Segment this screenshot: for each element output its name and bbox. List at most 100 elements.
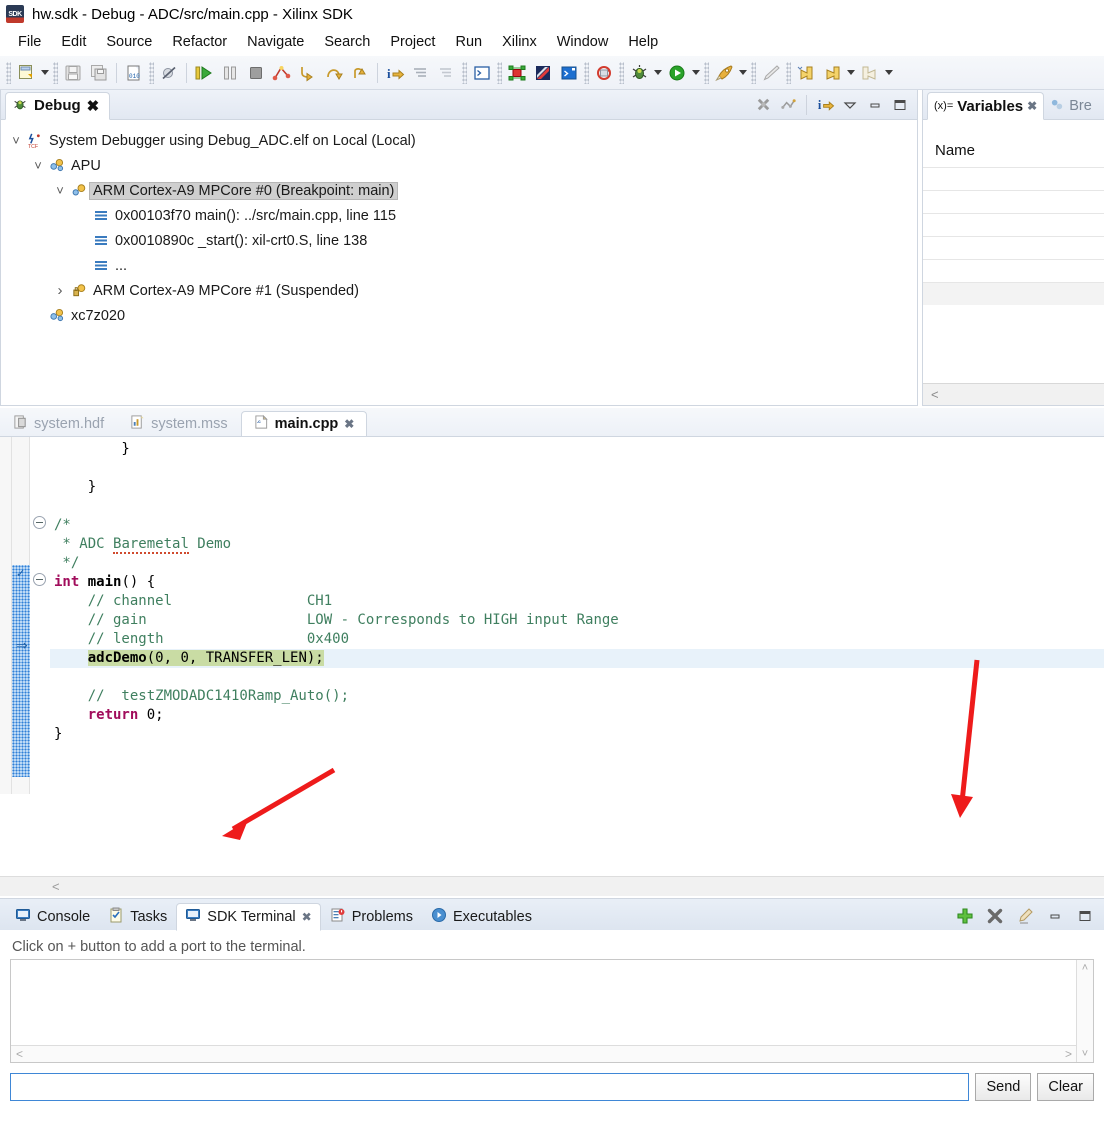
terminal-vscrollbar[interactable]: ˄ ˅ [1076, 960, 1093, 1062]
run-dropdown-caret[interactable] [690, 60, 702, 86]
scroll-left-icon[interactable]: < [931, 387, 939, 402]
maximize-icon[interactable] [889, 94, 911, 116]
menu-item-run[interactable]: Run [445, 31, 492, 53]
menu-item-edit[interactable]: Edit [51, 31, 96, 53]
tree-item[interactable]: xc7z020 [7, 303, 917, 328]
view-menu-icon[interactable] [839, 94, 861, 116]
tree-item[interactable]: ˅ TCF System Debugger using Debug_ADC.elf … [7, 128, 917, 153]
clear-terminal-icon[interactable] [1014, 905, 1036, 927]
terminate-icon[interactable] [243, 60, 269, 86]
chevron-down-icon[interactable]: ˅ [7, 133, 25, 148]
toolbar-grip[interactable] [6, 61, 11, 84]
editor-code[interactable]: } } /* * ADC Baremetal Demo */ int main()… [50, 437, 1104, 794]
tree-item[interactable]: ˅ ARM Cortex-A9 MPCore #0 (Breakpoint: ma… [7, 178, 917, 203]
next-edit-icon[interactable] [408, 60, 434, 86]
run-icon[interactable] [664, 60, 690, 86]
resume-icon[interactable] [191, 60, 217, 86]
variables-row[interactable] [923, 213, 1104, 236]
clear-button[interactable]: Clear [1037, 1073, 1094, 1101]
scroll-up-icon[interactable]: ˄ [1082, 962, 1088, 974]
step-into-icon[interactable] [295, 60, 321, 86]
tree-item[interactable]: ˅ APU [7, 153, 917, 178]
toolbar-grip[interactable] [584, 61, 589, 84]
editor-tab-main-cpp[interactable]: .c main.cpp ✖ [240, 411, 368, 437]
close-icon[interactable]: ✖ [87, 97, 100, 115]
scroll-down-icon[interactable]: ˅ [1082, 1048, 1088, 1060]
toolbar-grip[interactable] [497, 61, 502, 84]
back-icon[interactable] [819, 60, 845, 86]
back-dropdown-caret[interactable] [845, 60, 857, 86]
variables-row[interactable] [923, 259, 1104, 282]
console-tab-problems[interactable]: Problems [321, 902, 422, 930]
tree-item[interactable]: 0x00103f70 main(): ../src/main.cpp, line… [7, 203, 917, 228]
debug-dropdown-caret[interactable] [652, 60, 664, 86]
console-tab-tasks[interactable]: Tasks [99, 902, 176, 930]
editor-folding-column[interactable] [30, 437, 50, 794]
new-icon[interactable] [13, 60, 39, 86]
menu-item-source[interactable]: Source [96, 31, 162, 53]
scroll-right-icon[interactable]: > [1065, 1047, 1072, 1061]
save-icon[interactable] [60, 60, 86, 86]
hardware-icon[interactable] [530, 60, 556, 86]
save-all-icon[interactable] [86, 60, 112, 86]
menu-item-window[interactable]: Window [547, 31, 619, 53]
minimize-icon[interactable] [1044, 905, 1066, 927]
chevron-down-icon[interactable]: ˅ [29, 158, 47, 173]
disconnect-port-icon[interactable] [984, 905, 1006, 927]
maximize-icon[interactable] [1074, 905, 1096, 927]
add-port-icon[interactable] [954, 905, 976, 927]
xsct-icon[interactable] [556, 60, 582, 86]
variables-hscrollbar[interactable]: < [923, 383, 1104, 405]
relaunch-icon[interactable] [777, 94, 799, 116]
editor-tab-system-mss[interactable]: system.mss [117, 410, 241, 436]
forward-dropdown-caret[interactable] [883, 60, 895, 86]
toolbar-grip[interactable] [53, 61, 58, 84]
scroll-left-icon[interactable]: < [0, 879, 60, 894]
tree-item[interactable]: › ARM Cortex-A9 MPCore #1 (Suspended) [7, 278, 917, 303]
terminal-hscrollbar[interactable]: < > [11, 1045, 1076, 1062]
toolbar-grip[interactable] [149, 61, 154, 84]
pencil-icon[interactable] [758, 60, 784, 86]
toolbar-grip[interactable] [751, 61, 756, 84]
instruction-stepping-icon[interactable]: i [382, 60, 408, 86]
menu-item-file[interactable]: File [8, 31, 51, 53]
console-icon[interactable] [469, 60, 495, 86]
back-history-icon[interactable] [793, 60, 819, 86]
menu-item-project[interactable]: Project [380, 31, 445, 53]
skip-breakpoints-icon[interactable] [156, 60, 182, 86]
suspend-icon[interactable] [217, 60, 243, 86]
console-tab-sdk-terminal[interactable]: SDK Terminal ✖ [176, 903, 321, 931]
refresh-icon[interactable] [591, 60, 617, 86]
step-over-icon[interactable] [321, 60, 347, 86]
send-button[interactable]: Send [975, 1073, 1032, 1101]
tab-debug[interactable]: Debug ✖ [5, 91, 111, 120]
fold-marker-comment[interactable] [33, 516, 46, 529]
toolbar-grip[interactable] [786, 61, 791, 84]
variables-row[interactable] [923, 282, 1104, 305]
close-icon[interactable]: ✖ [344, 417, 354, 431]
toolbar-grip[interactable] [619, 61, 624, 84]
chevron-down-icon[interactable]: ˅ [51, 183, 69, 198]
program-fpga-icon[interactable] [504, 60, 530, 86]
fold-marker-main[interactable] [33, 573, 46, 586]
editor-hscrollbar[interactable]: < [0, 876, 1104, 896]
variables-row[interactable] [923, 190, 1104, 213]
debug-icon[interactable] [626, 60, 652, 86]
editor-tab-system-hdf[interactable]: system.hdf [0, 410, 117, 436]
console-tab-console[interactable]: Console [6, 902, 99, 930]
tab-breakpoints[interactable]: Bre [1044, 93, 1098, 119]
menu-item-help[interactable]: Help [618, 31, 668, 53]
launch-dropdown-caret[interactable] [737, 60, 749, 86]
editor-body[interactable]: ✓ ⇒ } } /* * ADC Baremetal Demo */ int ma… [0, 436, 1104, 794]
minimize-icon[interactable] [864, 94, 886, 116]
terminal-input[interactable] [10, 1073, 970, 1101]
close-icon[interactable]: ✖ [1027, 99, 1037, 113]
tree-item[interactable]: 0x0010890c _start(): xil-crt0.S, line 13… [7, 228, 917, 253]
remove-all-terminated-icon[interactable] [752, 94, 774, 116]
scroll-left-icon[interactable]: < [16, 1047, 23, 1061]
disconnect-icon[interactable] [269, 60, 295, 86]
variables-row[interactable] [923, 167, 1104, 190]
previous-edit-icon[interactable] [434, 60, 460, 86]
close-icon[interactable]: ✖ [302, 910, 312, 924]
chevron-right-icon[interactable]: › [51, 282, 69, 299]
